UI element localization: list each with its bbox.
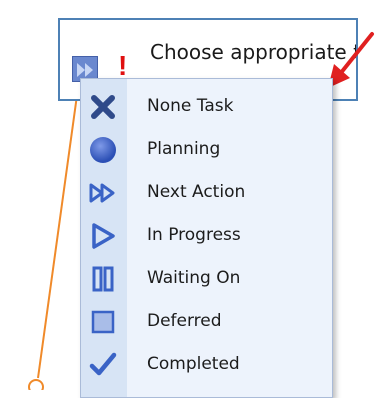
circle-icon — [90, 137, 116, 163]
play-icon — [92, 223, 115, 249]
priority-exclamation-icon: ! — [118, 50, 128, 81]
menu-item-waiting-on[interactable]: Waiting On — [81, 257, 332, 300]
menu-item-label: None Task — [147, 96, 234, 116]
menu-item-label: Waiting On — [147, 268, 241, 288]
pause-icon — [92, 266, 114, 292]
menu-item-none-task[interactable]: None Task — [81, 85, 332, 128]
menu-item-label: Deferred — [147, 311, 222, 331]
menu-item-completed[interactable]: Completed — [81, 343, 332, 386]
task-status-menu: None Task Planning Next Action In Progre… — [80, 78, 333, 398]
menu-item-next-action[interactable]: Next Action — [81, 171, 332, 214]
menu-item-label: Planning — [147, 139, 221, 159]
menu-item-label: In Progress — [147, 225, 241, 245]
menu-item-in-progress[interactable]: In Progress — [81, 214, 332, 257]
double-play-icon — [89, 183, 115, 203]
menu-item-label: Completed — [147, 354, 240, 374]
menu-item-label: Next Action — [147, 182, 246, 202]
checkmark-icon — [89, 352, 117, 376]
square-icon — [91, 310, 115, 334]
menu-item-deferred[interactable]: Deferred — [81, 300, 332, 343]
menu-item-planning[interactable]: Planning — [81, 128, 332, 171]
x-icon — [91, 95, 115, 119]
